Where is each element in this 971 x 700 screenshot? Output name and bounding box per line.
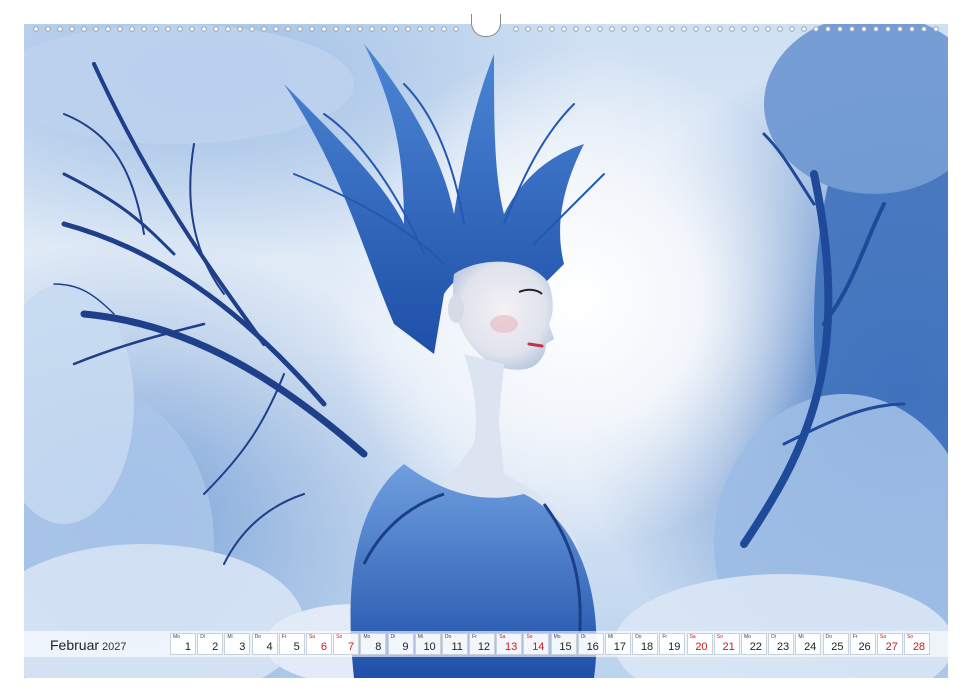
weekday-label: Mi — [798, 634, 804, 640]
day-cells: Mo 1 Di 2 Mi 3 Do 4 Fr 5 Sa 6 So 7 Mo 8 Di 9 Mi 10 Do 11 Fr 12 S… — [170, 633, 931, 655]
day-number: 17 — [613, 641, 626, 653]
weekday-label: Fr — [852, 634, 858, 640]
day-cell: Fr 5 — [278, 633, 305, 655]
day-cell: Fr 26 — [849, 633, 876, 655]
weekday-label: Di — [390, 634, 396, 640]
weekday-label: Do — [635, 634, 642, 640]
weekday-label: Sa — [689, 634, 696, 640]
day-number: 6 — [320, 641, 327, 653]
month-label: Februar 2027 — [50, 637, 127, 653]
day-cell: So 14 — [523, 633, 550, 655]
weekday-label: Fr — [662, 634, 668, 640]
day-cell: Di 9 — [387, 633, 414, 655]
day-cell: Mo 22 — [740, 633, 767, 655]
day-number: 13 — [505, 641, 518, 653]
day-number: 15 — [559, 641, 572, 653]
day-cell: Mo 15 — [550, 633, 577, 655]
day-cell: Mi 17 — [605, 633, 631, 655]
weekday-label: Sa — [879, 634, 886, 640]
day-number: 26 — [858, 641, 871, 653]
weekday-label: Di — [200, 634, 205, 640]
day-number: 25 — [831, 641, 844, 653]
weekday-label: Sa — [308, 634, 316, 640]
day-cell: Fr 19 — [659, 633, 686, 655]
day-number: 9 — [402, 641, 409, 653]
weekday-label: Mi — [608, 634, 614, 640]
day-number: 20 — [695, 641, 708, 653]
day-cell: Sa 6 — [305, 633, 332, 655]
day-number: 12 — [477, 641, 491, 653]
day-number: 18 — [640, 641, 654, 653]
day-cell: Do 18 — [632, 633, 659, 655]
weekday-label: Do — [254, 634, 261, 640]
weekday-label: Do — [444, 634, 452, 640]
weekday-label: Di — [771, 634, 776, 640]
day-number: 7 — [348, 641, 355, 653]
day-number: 4 — [266, 641, 273, 653]
day-cell: Mi 24 — [795, 633, 822, 655]
weekday-label: Fr — [472, 634, 477, 640]
weekday-label: Sa — [499, 634, 506, 640]
weekday-label: So — [336, 634, 343, 640]
day-cell: Do 4 — [251, 633, 278, 655]
day-number: 8 — [375, 641, 382, 653]
calendar-page — [24, 24, 948, 678]
day-number: 21 — [722, 641, 735, 653]
day-number: 5 — [293, 641, 300, 653]
face — [448, 261, 554, 370]
weekday-label: Fr — [281, 634, 287, 640]
weekday-label: Mo — [173, 634, 180, 640]
year-label: 2027 — [102, 641, 127, 653]
day-number: 28 — [912, 641, 926, 653]
weekday-label: Mo — [363, 634, 371, 640]
day-cell: Sa 13 — [496, 633, 523, 655]
day-cell: Do 25 — [822, 633, 849, 655]
weekday-label: Do — [825, 634, 832, 640]
day-number: 19 — [668, 641, 681, 653]
day-cell: Mi 3 — [224, 633, 251, 655]
calendar-strip: Februar 2027 Mo 1 Di 2 Mi 3 Do 4 Fr 5 Sa 6 So 7 Mo 8 Di 9 M… — [24, 631, 948, 657]
weekday-label: So — [526, 634, 533, 640]
day-number: 23 — [776, 641, 790, 653]
day-cell: Mo 1 — [170, 633, 196, 655]
day-cell: So 7 — [333, 633, 360, 655]
day-number: 24 — [804, 641, 817, 653]
weekday-label: Mi — [417, 634, 423, 640]
day-cell: Sa 20 — [686, 633, 713, 655]
day-cell: Sa 27 — [876, 633, 903, 655]
day-number: 2 — [212, 641, 219, 653]
day-cell: Di 23 — [768, 633, 795, 655]
day-cell: Mi 10 — [414, 633, 441, 655]
weekday-label: So — [716, 634, 723, 640]
weekday-label: So — [907, 634, 914, 640]
body — [350, 354, 597, 678]
day-cell: So 21 — [713, 633, 740, 655]
day-number: 1 — [184, 641, 191, 653]
weekday-label: Mo — [553, 634, 561, 640]
day-cell: Di 2 — [197, 633, 224, 655]
day-cell: Do 11 — [441, 633, 468, 655]
weekday-label: Mo — [743, 634, 751, 640]
day-cell: So 28 — [904, 633, 931, 655]
day-number: 22 — [749, 641, 762, 653]
weekday-label: Di — [580, 634, 586, 640]
day-cell: Fr 12 — [469, 633, 496, 655]
day-number: 10 — [423, 641, 436, 653]
day-number: 16 — [586, 641, 599, 653]
month-name: Februar — [50, 637, 100, 653]
weekday-label: Mi — [227, 634, 233, 640]
day-number: 3 — [239, 641, 246, 653]
day-number: 11 — [451, 641, 463, 653]
day-cell: Mo 8 — [360, 633, 387, 655]
artwork-blue-tree-woman — [24, 24, 948, 678]
day-number: 27 — [885, 641, 898, 653]
day-number: 14 — [532, 641, 545, 653]
day-cell: Di 16 — [577, 633, 604, 655]
